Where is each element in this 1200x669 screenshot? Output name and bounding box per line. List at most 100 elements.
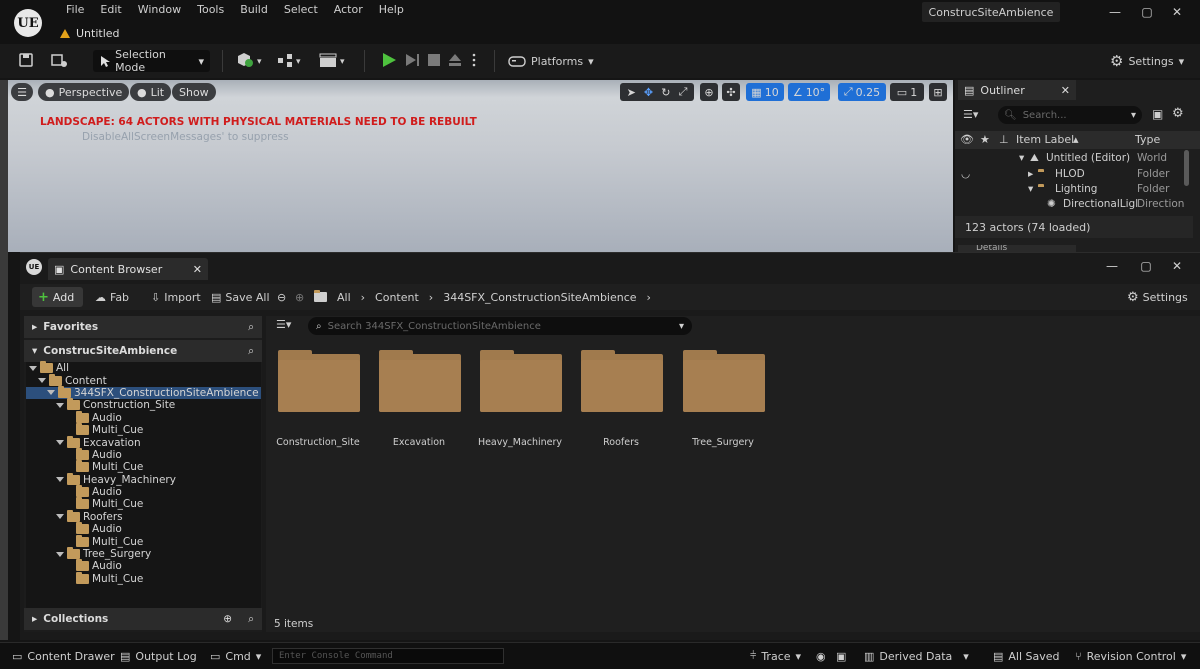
breadcrumb-content[interactable]: Content xyxy=(375,291,419,304)
content-drawer-button[interactable]: ▭ Content Drawer xyxy=(12,648,115,664)
tree-row[interactable]: Heavy_Machinery xyxy=(26,472,261,486)
folder-tile-construction-site[interactable]: Construction_Site xyxy=(274,350,362,450)
visibility-icon[interactable]: ◡ xyxy=(961,168,970,180)
outliner-row[interactable]: ◡ ▸ HLOD Folder xyxy=(955,168,1183,183)
item-label-header[interactable]: Item Label xyxy=(1016,133,1074,146)
tree-row[interactable]: Construction_Site xyxy=(26,398,261,411)
maximize-button[interactable]: ▢ xyxy=(1140,6,1154,18)
record-icon[interactable]: ◉ xyxy=(816,648,826,664)
unreal-logo-icon[interactable]: UE xyxy=(14,9,42,37)
caret-down-icon[interactable] xyxy=(47,390,55,396)
more-options-icon[interactable] xyxy=(470,52,478,68)
filter-icon[interactable]: ☰▾ xyxy=(276,318,291,331)
close-tab-icon[interactable]: ✕ xyxy=(1061,84,1070,97)
level-tab[interactable]: Untitled xyxy=(52,22,128,44)
back-button[interactable]: ⊖ xyxy=(277,287,286,307)
scale-tool-icon[interactable]: ⤢ xyxy=(679,85,688,99)
details-tab[interactable]: Details xyxy=(958,245,1076,252)
console-input[interactable]: Enter Console Command xyxy=(272,648,504,664)
tree-row[interactable]: Audio xyxy=(26,447,261,461)
revision-control-dropdown[interactable]: ⑂ Revision Control ▾ xyxy=(1075,648,1186,664)
outliner-row[interactable]: ✺ DirectionalLigl Direction xyxy=(955,198,1184,213)
outliner-row[interactable]: ▾ ⛰ Untitled (Editor) World xyxy=(955,152,1183,167)
folder-tile-heavy-machinery[interactable]: Heavy_Machinery xyxy=(476,350,564,450)
content-browser-tab[interactable]: ▣ Content Browser ✕ xyxy=(48,258,208,280)
caret-down-icon[interactable] xyxy=(56,514,64,520)
menu-tools[interactable]: Tools xyxy=(189,2,232,18)
filter-icon[interactable]: ☰▾ xyxy=(963,108,978,121)
menu-build[interactable]: Build xyxy=(232,2,276,18)
level-viewport[interactable] xyxy=(8,80,953,252)
cmd-dropdown[interactable]: ▭ Cmd ▾ xyxy=(210,648,261,664)
tree-row[interactable]: Audio xyxy=(26,410,261,424)
gear-icon[interactable]: ⚙ xyxy=(1172,106,1184,121)
blueprint-icon[interactable]: ▾ xyxy=(276,52,306,68)
caret-down-icon[interactable] xyxy=(56,402,64,408)
forward-button[interactable]: ⊕ xyxy=(295,287,304,307)
pin-icon[interactable]: ⊥ xyxy=(999,133,1009,146)
close-button[interactable]: ✕ xyxy=(1170,6,1184,18)
search-icon[interactable]: ⌕ xyxy=(248,613,254,626)
tree-row[interactable]: Audio xyxy=(26,522,261,535)
tree-row[interactable]: Audio xyxy=(26,485,261,498)
camera-speed-button[interactable]: ▭ 1 xyxy=(890,83,924,101)
import-button[interactable]: ⇩ Import xyxy=(151,287,201,307)
all-saved-button[interactable]: ▤ All Saved xyxy=(993,648,1060,664)
show-button[interactable]: Show xyxy=(172,83,216,101)
outliner-scrollbar[interactable] xyxy=(1184,150,1189,186)
platforms-dropdown[interactable]: Platforms ▾ xyxy=(508,50,594,72)
surface-snap-icon[interactable]: ✣ xyxy=(722,83,740,101)
favorites-header[interactable]: ▸ Favorites ⌕ xyxy=(24,316,262,338)
outliner-search-input[interactable]: 🔍︎ Search... ▾ xyxy=(998,106,1142,124)
world-space-icon[interactable]: ⊕ xyxy=(700,83,718,101)
add-button[interactable]: + Add xyxy=(32,287,83,307)
tree-row[interactable]: Multi_Cue xyxy=(26,497,261,510)
tree-row-selected[interactable]: 344SFX_ConstructionSiteAmbience xyxy=(26,385,261,400)
derived-data-dropdown[interactable]: ▥ Derived Data ▾ xyxy=(864,648,969,664)
trace-dropdown[interactable]: ⫩ Trace ▾ xyxy=(750,648,801,664)
selection-mode-dropdown[interactable]: Selection Mode ▾ xyxy=(93,48,210,74)
star-icon[interactable]: ★ xyxy=(980,133,990,146)
menu-file[interactable]: File xyxy=(58,2,92,18)
perspective-button[interactable]: ● Perspective xyxy=(38,83,130,101)
screenshot-icon[interactable]: ▣ xyxy=(836,648,846,664)
lit-button[interactable]: ● Lit xyxy=(130,83,172,101)
tree-row[interactable]: Tree_Surgery xyxy=(26,547,261,560)
minimize-button[interactable]: — xyxy=(1105,260,1119,272)
menu-actor[interactable]: Actor xyxy=(326,2,371,18)
collections-header[interactable]: ▸ Collections ⊕ ⌕ xyxy=(24,608,262,630)
play-icon[interactable] xyxy=(380,52,398,68)
tree-row[interactable]: Content xyxy=(26,373,261,387)
tree-row[interactable]: Multi_Cue xyxy=(26,460,261,473)
scale-snap-button[interactable]: ⤢ 0.25 xyxy=(838,83,886,101)
add-folder-icon[interactable]: ▣ xyxy=(1152,107,1163,121)
advance-frame-icon[interactable] xyxy=(404,52,422,68)
search-icon[interactable]: ⌕ xyxy=(248,321,254,334)
move-tool-icon[interactable]: ✥ xyxy=(644,86,653,99)
grid-snap-button[interactable]: ▦ 10 xyxy=(746,83,784,101)
tree-row[interactable]: Audio xyxy=(26,559,261,572)
settings-dropdown[interactable]: ⚙ Settings ▾ xyxy=(1110,50,1184,72)
folder-tile-roofers[interactable]: Roofers xyxy=(577,350,665,450)
search-icon[interactable]: ⌕ xyxy=(248,345,254,358)
visibility-icon[interactable]: 👁︎ xyxy=(960,133,974,146)
asset-search-input[interactable]: ⌕ Search 344SFX_ConstructionSiteAmbience… xyxy=(308,317,692,335)
menu-window[interactable]: Window xyxy=(130,2,189,18)
tree-row[interactable]: Excavation xyxy=(26,435,261,449)
caret-down-icon[interactable] xyxy=(56,440,64,446)
tree-row[interactable]: Roofers xyxy=(26,509,261,523)
breadcrumb-folder[interactable]: 344SFX_ConstructionSiteAmbience xyxy=(443,291,636,304)
viewport-menu-button[interactable]: ☰ xyxy=(11,83,33,101)
add-actor-icon[interactable]: ▾ xyxy=(235,52,265,68)
folder-tile-tree-surgery[interactable]: Tree_Surgery xyxy=(679,350,767,450)
add-collection-icon[interactable]: ⊕ xyxy=(223,613,232,625)
source-control-icon[interactable] xyxy=(50,52,68,68)
save-all-button[interactable]: ▤ Save All xyxy=(211,287,270,307)
breadcrumb-all[interactable]: All xyxy=(337,291,351,304)
close-button[interactable]: ✕ xyxy=(1170,260,1184,272)
tree-row[interactable]: All xyxy=(26,361,261,374)
caret-down-icon[interactable] xyxy=(38,378,46,384)
output-log-button[interactable]: ▤ Output Log xyxy=(120,648,197,664)
type-header[interactable]: Type xyxy=(1135,133,1160,146)
rotation-snap-button[interactable]: ∠ 10° xyxy=(788,83,830,101)
